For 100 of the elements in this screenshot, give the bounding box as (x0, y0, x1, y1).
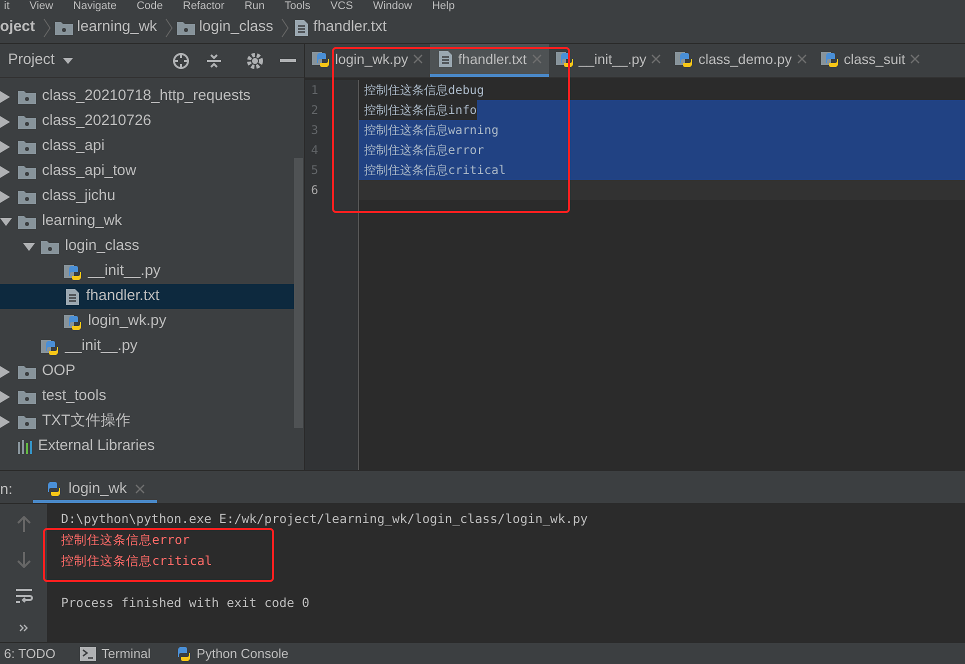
tree-label: OOP (42, 361, 76, 382)
code-line: 控制住这条信息critical (364, 162, 506, 179)
console-line: Process finished with exit code 0 (61, 594, 310, 612)
tree-item[interactable]: External Libraries (0, 434, 294, 459)
tree-item[interactable]: fhandler.txt (0, 284, 294, 309)
breadcrumb-item[interactable]: fhandler.txt (313, 16, 387, 39)
menu-item[interactable]: Help (432, 0, 455, 12)
more-icon[interactable] (18, 624, 28, 632)
menu-item[interactable]: Navigate (73, 0, 117, 12)
folder-icon (18, 188, 36, 204)
editor-tab[interactable]: fhandler.txt (430, 44, 549, 77)
close-icon (796, 54, 807, 64)
python-file-icon (41, 338, 59, 356)
run-label: n: (0, 480, 13, 500)
tree-label: class_jichu (42, 186, 116, 206)
folder-icon (18, 138, 36, 154)
text-file-icon (293, 20, 310, 36)
code-line: 控制住这条信息warning (364, 122, 499, 139)
tree-label: login_class (65, 236, 140, 256)
console-line: D:\python\python.exe E:/wk/project/learning_wk/login_class/login_wk.py (61, 510, 589, 528)
folder-icon (18, 364, 36, 380)
tree-label: class_20210726 (42, 111, 152, 132)
tree-label: External Libraries (38, 436, 155, 456)
chevron-icon (43, 18, 52, 38)
text-file-icon (64, 288, 80, 304)
editor-tab[interactable]: class_demo.py (668, 44, 814, 77)
panel-title[interactable]: Project (8, 49, 55, 72)
editor-tab[interactable]: class_suit (814, 44, 928, 77)
tree-item[interactable]: __init__.py (0, 259, 294, 284)
dropdown-caret-icon[interactable] (62, 58, 73, 64)
menu-item[interactable]: it (4, 0, 10, 12)
menu-item[interactable]: View (30, 0, 54, 12)
minimize-icon[interactable] (280, 58, 296, 62)
tree-label: class_20210718_http_requests (42, 86, 250, 106)
code-line: 控制住这条信息info (364, 102, 477, 119)
folder-icon (18, 114, 36, 130)
tree-label: class_api (42, 136, 105, 156)
menu-item[interactable]: Refactor (182, 0, 224, 12)
terminal-icon (80, 646, 96, 660)
tree-label: __init__.py (65, 336, 138, 356)
code-line: 控制住这条信息debug (364, 82, 484, 99)
folder-icon (55, 20, 74, 36)
tree-item[interactable]: class_jichu (0, 184, 294, 209)
python-file-icon (820, 50, 839, 68)
folder-icon (18, 164, 36, 180)
library-icon (18, 440, 32, 454)
collapse-icon[interactable] (206, 52, 222, 68)
editor-tab[interactable]: __init__.py (548, 44, 668, 77)
scrollbar[interactable] (294, 158, 303, 428)
menu-item[interactable]: Window (372, 0, 412, 12)
folder-icon (41, 238, 59, 254)
tree-label: fhandler.txt (86, 286, 160, 306)
menu-item[interactable]: Tools (284, 0, 310, 12)
tree-item[interactable]: class_20210718_http_requests (0, 84, 294, 109)
tree-item[interactable]: class_api (0, 134, 294, 159)
folder-icon (18, 388, 36, 404)
tree-item[interactable]: login_class (0, 234, 294, 259)
tree-label: learning_wk (42, 211, 122, 232)
menu-item[interactable]: VCS (330, 0, 353, 12)
settings-icon[interactable] (246, 52, 264, 70)
tree-label: class_api_tow (42, 161, 136, 182)
tree-item[interactable]: TXT文件操作 (0, 409, 294, 434)
breadcrumb-item[interactable]: oject (0, 16, 36, 39)
tree-label: TXT文件操作 (42, 411, 130, 432)
console-line: 控制住这条信息error (61, 531, 191, 549)
python-file-icon (556, 50, 574, 68)
folder-icon (18, 88, 36, 104)
editor-tab[interactable]: login_wk.py (305, 44, 430, 77)
menu-item[interactable]: Run (244, 0, 265, 12)
tree-label: __init__.py (88, 261, 161, 282)
close-icon (910, 54, 920, 64)
python-file-icon (64, 312, 82, 330)
folder-icon (18, 214, 36, 230)
tree-label: login_wk.py (88, 311, 166, 332)
breadcrumb-item[interactable]: learning_wk (77, 16, 158, 39)
close-icon (413, 54, 424, 64)
console-line: 控制住这条信息critical (61, 552, 214, 570)
code-line: 控制住这条信息error (364, 142, 484, 159)
tree-item[interactable]: OOP (0, 359, 294, 384)
breadcrumb-item[interactable]: login_class (199, 16, 274, 39)
folder-icon (18, 414, 36, 430)
tree-item[interactable]: learning_wk (0, 209, 294, 234)
close-icon (134, 484, 145, 494)
tool-window-tab[interactable]: Terminal (80, 644, 151, 664)
line-number: 6 (311, 182, 318, 199)
tree-item[interactable]: class_20210726 (0, 109, 294, 134)
tree-item[interactable]: login_wk.py (0, 309, 294, 334)
soft-wrap-icon[interactable] (14, 588, 32, 604)
python-file-icon (675, 50, 694, 68)
tree-item[interactable]: test_tools (0, 384, 294, 409)
menu-item[interactable]: Code (136, 0, 163, 12)
chevron-icon (165, 18, 174, 38)
tool-window-tab[interactable]: 6: TODO (4, 644, 56, 664)
locate-icon[interactable] (172, 52, 190, 70)
tree-item[interactable]: class_api_tow (0, 159, 294, 184)
tool-window-tab[interactable]: Python Console (174, 644, 288, 664)
tree-label: test_tools (42, 386, 106, 406)
close-icon (532, 54, 542, 64)
tree-item[interactable]: __init__.py (0, 334, 294, 359)
folder-icon (177, 20, 196, 36)
